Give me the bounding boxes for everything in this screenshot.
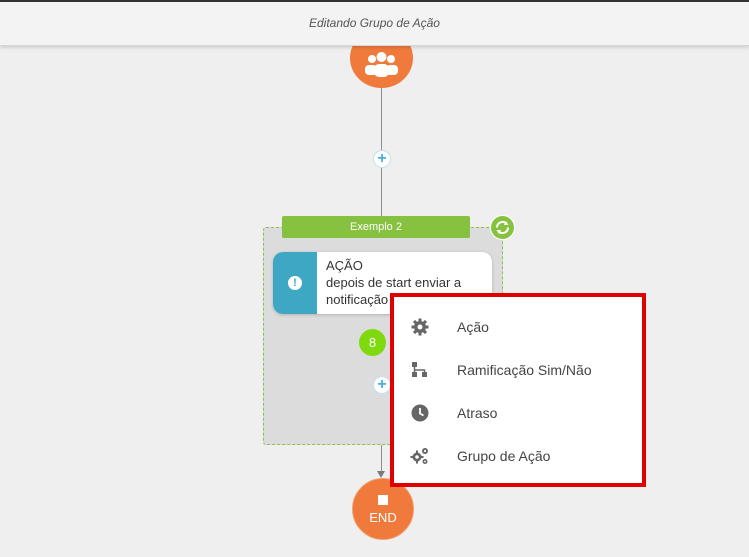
action-card-side: !	[273, 252, 317, 314]
add-step-button[interactable]: +	[373, 376, 391, 394]
group-label[interactable]: Exemplo 2	[282, 216, 470, 238]
alert-icon: !	[288, 276, 302, 290]
branch-icon	[412, 362, 427, 377]
count-badge[interactable]: 8	[359, 329, 386, 356]
menu-item-acao[interactable]: Ação	[394, 306, 642, 346]
top-bar: Editando Grupo de Ação	[0, 0, 749, 46]
menu-item-ramificacao[interactable]: Ramificação Sim/Não	[394, 349, 642, 389]
action-card-line1: depois de start enviar a	[326, 275, 462, 290]
stop-icon	[378, 495, 388, 505]
arrow-icon	[377, 471, 385, 478]
gears-icon	[410, 448, 428, 464]
menu-item-label: Grupo de Ação	[457, 448, 551, 464]
menu-item-label: Atraso	[457, 405, 498, 421]
menu-item-label: Ramificação Sim/Não	[457, 362, 592, 378]
refresh-button[interactable]	[490, 215, 515, 240]
action-card-title: AÇÃO	[326, 258, 363, 273]
users-group-icon	[365, 52, 398, 77]
menu-item-label: Ação	[457, 319, 489, 335]
menu-item-grupo-de-acao[interactable]: Grupo de Ação	[394, 435, 642, 475]
gear-icon	[411, 318, 429, 336]
add-step-menu: Ação Ramificação Sim/Não Atraso Grupo de…	[390, 293, 646, 487]
add-step-button[interactable]: +	[373, 150, 391, 168]
end-node[interactable]: END	[352, 478, 414, 540]
clock-icon	[411, 404, 429, 422]
refresh-icon	[495, 221, 510, 234]
end-label: END	[369, 510, 397, 525]
page-title: Editando Grupo de Ação	[309, 16, 440, 30]
menu-item-atraso[interactable]: Atraso	[394, 392, 642, 432]
